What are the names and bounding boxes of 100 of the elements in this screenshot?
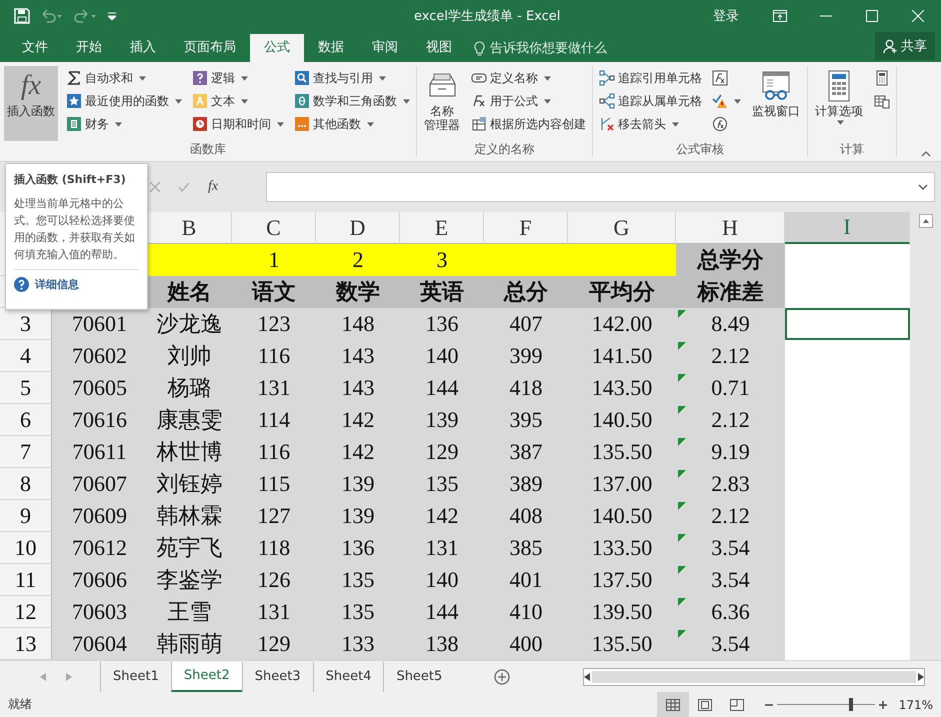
sheet-cell: 407 [484, 308, 568, 340]
ribbon-button[interactable]: 定义名称 [469, 68, 588, 88]
ribbon-display-icon[interactable] [773, 10, 787, 22]
more-info-link[interactable]: 详细信息 [14, 270, 139, 292]
ribbon-button[interactable]: 逻辑 [190, 68, 286, 88]
row-header[interactable]: 12 [0, 596, 52, 628]
row-header[interactable]: 13 [0, 628, 52, 660]
column-header[interactable]: I [785, 212, 910, 244]
sheet-cell: 131 [400, 532, 484, 564]
watch-glasses-icon [760, 70, 792, 102]
tell-me-field[interactable]: 告诉我你想要做什么 [474, 34, 607, 62]
sheet-cell: 137.00 [568, 468, 676, 500]
caret-icon [175, 98, 182, 104]
status-text: 就绪 [8, 696, 32, 713]
large-ribbon-button[interactable]: 计算选项 [812, 66, 866, 141]
sheet-cell: 135 [316, 596, 400, 628]
sheet-cell: 135.50 [568, 628, 676, 660]
zoom-slider-thumb[interactable] [849, 698, 854, 711]
collapse-ribbon-icon[interactable] [921, 151, 931, 157]
share-button[interactable]: 共享 [875, 32, 935, 60]
sign-in-link[interactable]: 登录 [695, 0, 757, 32]
column-header[interactable]: G [568, 212, 676, 244]
large-ribbon-button[interactable]: 监视窗口 [749, 66, 803, 141]
column-header[interactable]: B [147, 212, 232, 244]
sheet-cell: 李鉴学 [147, 564, 232, 596]
maximize-icon[interactable] [866, 10, 878, 22]
row-header[interactable]: 10 [0, 532, 52, 564]
scroll-right-icon[interactable] [918, 672, 924, 680]
ribbon-button[interactable]: 查找与引用 [292, 68, 412, 88]
ribbon-button[interactable]: 数学和三角函数 [292, 91, 412, 111]
row-header[interactable]: 6 [0, 404, 52, 436]
minimize-icon[interactable] [820, 15, 832, 17]
sheet-cell: 140 [400, 564, 484, 596]
zoom-in-icon[interactable] [879, 700, 887, 708]
ribbon-tab[interactable]: 插入 [116, 34, 170, 62]
page-break-icon [730, 698, 744, 710]
check-icon[interactable] [178, 182, 190, 192]
add-sheet-icon[interactable] [494, 668, 510, 684]
large-ribbon-button[interactable]: fx 插入函数 [4, 66, 58, 141]
save-icon[interactable] [14, 8, 30, 24]
grid-icon [666, 698, 680, 710]
ribbon-tab[interactable]: 视图 [412, 34, 466, 62]
scroll-left-icon[interactable] [584, 672, 590, 680]
sheet-cell: 137.50 [568, 564, 676, 596]
ribbon-tab[interactable]: 开始 [62, 34, 116, 62]
ribbon-button[interactable]: 移去箭头 [597, 114, 704, 134]
ribbon-button[interactable]: 用于公式 [469, 91, 588, 111]
scroll-up-icon[interactable] [918, 214, 932, 228]
ribbon-button[interactable]: 文本 [190, 91, 286, 111]
sheet-cell: 136 [316, 532, 400, 564]
row-header[interactable]: 11 [0, 564, 52, 596]
horizontal-scrollbar[interactable] [583, 668, 925, 686]
ribbon-button[interactable]: 最近使用的函数 [64, 91, 184, 111]
ribbon-button[interactable]: 其他函数 [292, 114, 412, 134]
view-button[interactable] [657, 692, 689, 717]
large-ribbon-button[interactable]: 名称 管理器 [421, 66, 463, 141]
selected-cell[interactable] [785, 308, 910, 340]
group-label: 函数库 [189, 141, 227, 157]
sheet-tab[interactable]: Sheet2 [170, 662, 242, 692]
caret-icon [367, 122, 374, 126]
customize-caret-icon[interactable] [108, 12, 116, 20]
column-header[interactable]: C [232, 212, 316, 244]
sheet-cell: 115 [232, 468, 316, 500]
row-header[interactable]: 8 [0, 468, 52, 500]
ribbon-button[interactable]: 自动求和 [64, 68, 184, 88]
ribbon-tab[interactable]: 文件 [8, 34, 62, 62]
ribbon-button[interactable]: 财务 [64, 114, 184, 134]
close-icon[interactable] [912, 10, 924, 22]
row-header[interactable]: 3 [0, 308, 52, 340]
sheet-cell: 139.50 [568, 596, 676, 628]
expand-caret-icon[interactable] [918, 184, 928, 190]
lightbulb-icon [474, 40, 485, 56]
ribbon-button[interactable]: 追踪引用单元格 [597, 68, 704, 88]
sheet-cell: 王雪 [147, 596, 232, 628]
ribbon-button[interactable]: 日期和时间 [190, 114, 286, 134]
sheet-cell: 8.49 [676, 308, 785, 340]
insert-function-button[interactable]: fx [208, 179, 218, 195]
sheet-cell: 133.50 [568, 532, 676, 564]
row-header[interactable]: 5 [0, 372, 52, 404]
row-header[interactable]: 4 [0, 340, 52, 372]
formula-input[interactable] [266, 172, 935, 202]
ribbon-tab[interactable]: 公式 [250, 34, 304, 62]
column-header[interactable]: H [676, 212, 785, 244]
column-header[interactable]: D [316, 212, 400, 244]
sheet-cell: 70606 [52, 564, 147, 596]
ribbon-button[interactable]: 根据所选内容创建 [469, 114, 588, 134]
row-header[interactable]: 7 [0, 436, 52, 468]
zoom-level[interactable]: 171% [893, 698, 933, 712]
column-header[interactable]: E [400, 212, 484, 244]
ribbon-tab[interactable]: 审阅 [358, 34, 412, 62]
ribbon-tab[interactable]: 页面布局 [170, 34, 250, 62]
sheet-cell: 标准差 [676, 276, 785, 308]
sheet-cell: 平均分 [568, 276, 676, 308]
sheet-cell: 总学分 [676, 244, 785, 276]
ribbon-button[interactable]: 追踪从属单元格 [597, 91, 704, 111]
sheet-cell: 70601 [52, 308, 147, 340]
column-header[interactable]: F [484, 212, 568, 244]
row-header[interactable]: 9 [0, 500, 52, 532]
ribbon-tab[interactable]: 数据 [304, 34, 358, 62]
sheet-cell: 139 [316, 468, 400, 500]
